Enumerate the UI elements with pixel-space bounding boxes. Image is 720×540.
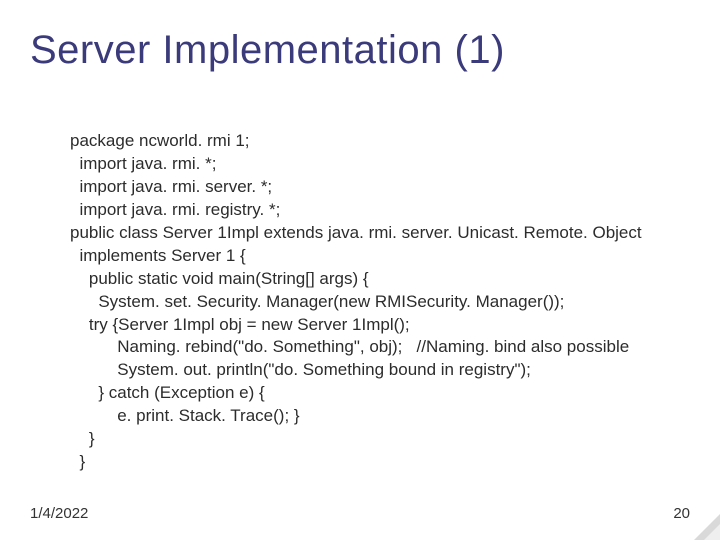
code-line: System. out. println("do. Something boun… bbox=[70, 360, 531, 379]
code-line: try {Server 1Impl obj = new Server 1Impl… bbox=[70, 315, 410, 334]
slide-title: Server Implementation (1) bbox=[30, 28, 505, 73]
code-line: } bbox=[70, 452, 85, 471]
code-line: System. set. Security. Manager(new RMISe… bbox=[70, 292, 564, 311]
code-line: import java. rmi. *; bbox=[70, 154, 216, 173]
code-line: } bbox=[70, 429, 95, 448]
code-line: public class Server 1Impl extends java. … bbox=[70, 223, 642, 242]
code-line: import java. rmi. registry. *; bbox=[70, 200, 280, 219]
code-block: package ncworld. rmi 1; import java. rmi… bbox=[70, 130, 680, 474]
code-line: } catch (Exception e) { bbox=[70, 383, 265, 402]
footer-page-number: 20 bbox=[673, 505, 690, 522]
code-line: e. print. Stack. Trace(); } bbox=[70, 406, 300, 425]
code-line: package ncworld. rmi 1; bbox=[70, 131, 250, 150]
slide: Server Implementation (1) package ncworl… bbox=[0, 0, 720, 540]
code-line: implements Server 1 { bbox=[70, 246, 246, 265]
code-line: import java. rmi. server. *; bbox=[70, 177, 272, 196]
corner-fold-icon bbox=[704, 524, 720, 540]
code-line: public static void main(String[] args) { bbox=[70, 269, 369, 288]
code-line: Naming. rebind("do. Something", obj); //… bbox=[70, 337, 629, 356]
footer-date: 1/4/2022 bbox=[30, 505, 88, 522]
